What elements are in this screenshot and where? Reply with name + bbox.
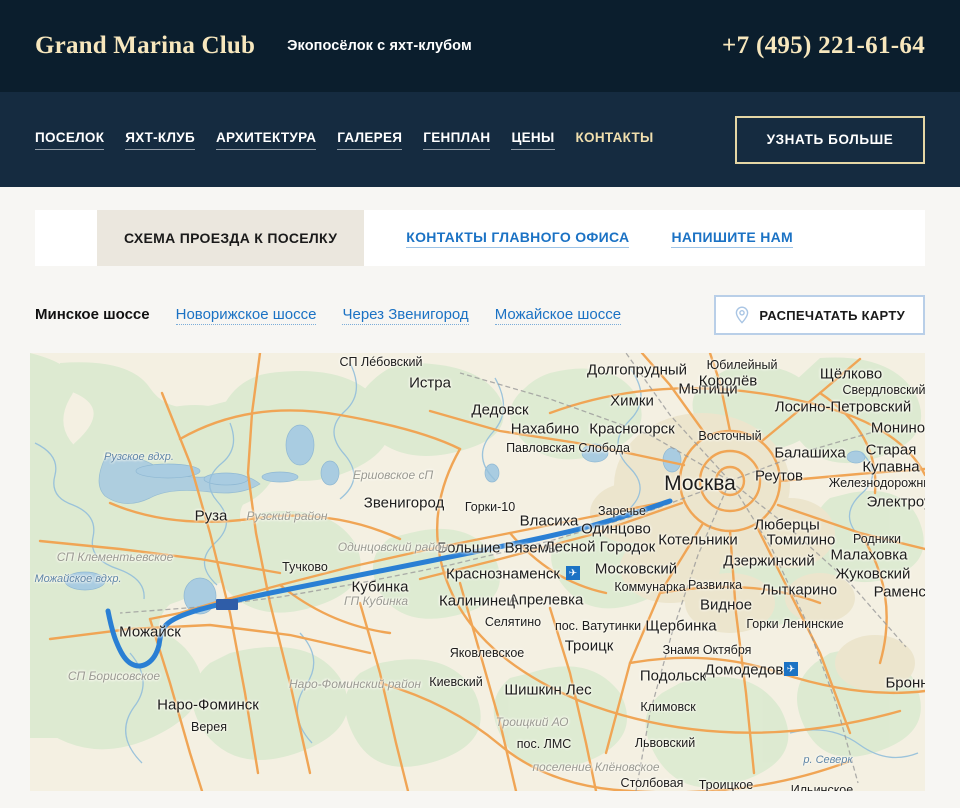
header-phone[interactable]: +7 (495) 221-61-64 — [722, 32, 925, 60]
page-content: СХЕМА ПРОЕЗДА К ПОСЕЛКУ КОНТАКТЫ ГЛАВНОГ… — [0, 210, 960, 791]
brand-logo[interactable]: Grand Marina Club — [35, 32, 255, 60]
nav-item-prices[interactable]: ЦЕНЫ — [511, 130, 555, 150]
contact-tabs: СХЕМА ПРОЕЗДА К ПОСЕЛКУ КОНТАКТЫ ГЛАВНОГ… — [35, 210, 925, 266]
print-map-button[interactable]: РАСПЕЧАТАТЬ КАРТУ — [714, 295, 925, 335]
nav-item-architecture[interactable]: АРХИТЕКТУРА — [215, 130, 317, 150]
tab-write-to-us[interactable]: НАПИШИТЕ НАМ — [671, 210, 794, 266]
tab-write-to-us-label: НАПИШИТЕ НАМ — [671, 229, 794, 248]
print-map-label: РАСПЕЧАТАТЬ КАРТУ — [759, 307, 905, 323]
route-link-novorizhskoe[interactable]: Новорижское шоссе — [175, 306, 317, 325]
main-navigation: ПОСЕЛОК ЯХТ-КЛУБ АРХИТЕКТУРА ГАЛЕРЕЯ ГЕН… — [0, 92, 960, 187]
airport-icon — [566, 566, 580, 580]
airport-icon — [784, 662, 798, 676]
map-canvas — [30, 353, 925, 791]
route-link-zvenigorod[interactable]: Через Звенигород — [342, 306, 469, 325]
route-map[interactable]: Москва Истра Дедовск Нахабино Красногорск Пав… — [30, 353, 925, 791]
nav-item-poselok[interactable]: ПОСЕЛОК — [35, 130, 105, 150]
site-header: Grand Marina Club Экопосёлок с яхт-клубо… — [0, 0, 960, 92]
nav-item-gallery[interactable]: ГАЛЕРЕЯ — [337, 130, 403, 150]
route-selector-row: Минское шоссе Новорижское шоссе Через Зв… — [35, 295, 925, 335]
nav-item-genplan[interactable]: ГЕНПЛАН — [423, 130, 491, 150]
route-link-minskoe[interactable]: Минское шоссе — [35, 306, 150, 325]
tab-main-office-label: КОНТАКТЫ ГЛАВНОГО ОФИСА — [406, 229, 630, 248]
tab-main-office[interactable]: КОНТАКТЫ ГЛАВНОГО ОФИСА — [406, 210, 630, 266]
nav-item-contacts[interactable]: КОНТАКТЫ — [576, 130, 654, 150]
learn-more-button[interactable]: УЗНАТЬ БОЛЬШЕ — [735, 115, 925, 164]
map-pin-icon — [734, 306, 750, 324]
brand-tagline: Экопосёлок с яхт-клубом — [287, 38, 472, 54]
tab-route-scheme[interactable]: СХЕМА ПРОЕЗДА К ПОСЕЛКУ — [97, 210, 365, 266]
nav-list: ПОСЕЛОК ЯХТ-КЛУБ АРХИТЕКТУРА ГАЛЕРЕЯ ГЕН… — [35, 130, 654, 150]
nav-item-yacht-club[interactable]: ЯХТ-КЛУБ — [125, 130, 195, 150]
route-link-mozhayskoe[interactable]: Можайское шоссе — [494, 306, 622, 325]
